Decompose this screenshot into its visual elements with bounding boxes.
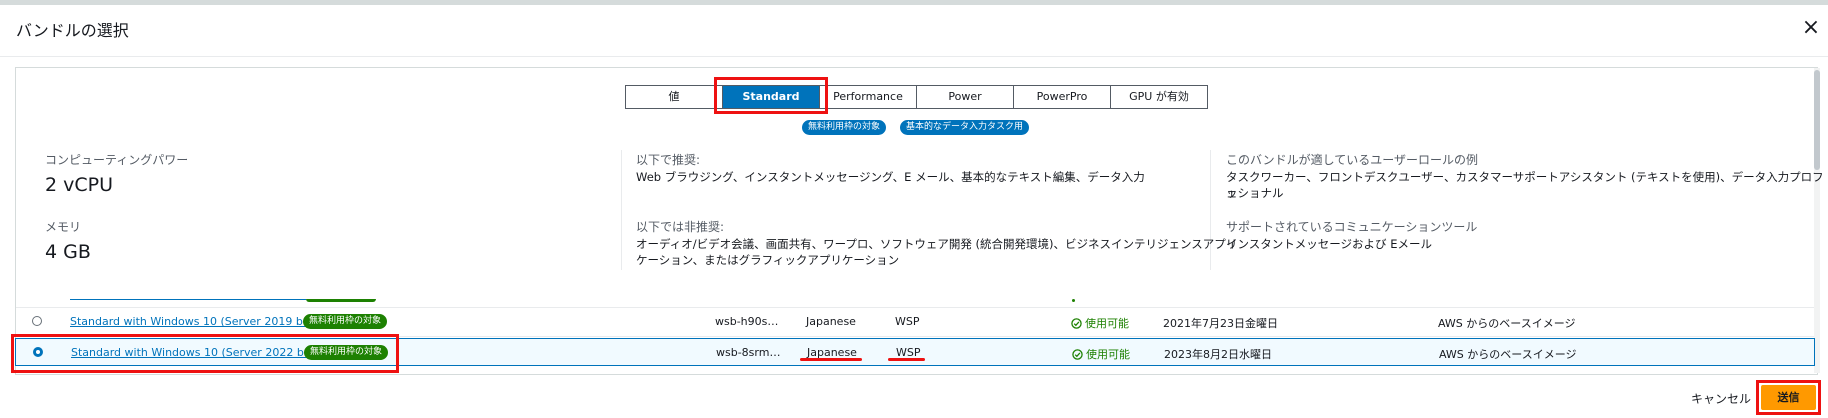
bundle-id: wsb-8srm… bbox=[716, 346, 781, 359]
status-available: 使用可能 bbox=[1072, 346, 1130, 362]
table-row[interactable]: Standard with Windows 10 (Server 2019 ba… bbox=[15, 308, 1815, 336]
bundle-name-link[interactable]: Standard with Windows 10 (Server 2022 ba… bbox=[71, 346, 334, 359]
bundle-type-tabs: 値 Standard Performance Power PowerPro GP… bbox=[625, 85, 1208, 109]
bundle-source: AWS からのベースイメージ bbox=[1438, 317, 1576, 330]
status-text: 使用可能 bbox=[1086, 348, 1130, 361]
compute-label: コンピューティングパワー bbox=[45, 153, 189, 167]
status-text: 使用可能 bbox=[1085, 317, 1129, 330]
tab-power[interactable]: Power bbox=[917, 86, 1014, 108]
free-tier-badge: 無料利用枠の対象 bbox=[802, 120, 887, 135]
check-circle-icon bbox=[1071, 318, 1082, 329]
not-recommended-label: 以下では非推奨: bbox=[636, 220, 725, 234]
free-tier-badge: 無料利用枠の対象 bbox=[303, 314, 388, 329]
basic-task-badge: 基本的なデータ入力タスク用 bbox=[900, 120, 1030, 135]
memory-value: 4 GB bbox=[45, 241, 91, 263]
cancel-button[interactable]: キャンセル bbox=[1691, 390, 1751, 407]
table-row[interactable]: Standard with Windows 10 (Server 2022 ba… bbox=[15, 338, 1815, 366]
scrollbar-thumb[interactable] bbox=[1814, 70, 1820, 170]
status-available: 使用可能 bbox=[1071, 315, 1129, 331]
modal-title: バンドルの選択 bbox=[16, 21, 129, 40]
row-radio[interactable] bbox=[33, 347, 43, 357]
roles-text-line1: タスクワーカー、フロントデスクユーザー、カスタマーサポートアシスタント (テキス… bbox=[1226, 170, 1824, 200]
bundle-created-date: 2023年8月2日水曜日 bbox=[1164, 348, 1272, 361]
protocol-underline-mark bbox=[888, 358, 925, 361]
tab-performance[interactable]: Performance bbox=[820, 86, 917, 108]
header-divider bbox=[0, 56, 1828, 57]
bundle-source: AWS からのベースイメージ bbox=[1439, 348, 1577, 361]
tab-powerpro[interactable]: PowerPro bbox=[1014, 86, 1111, 108]
not-recommended-text-line1: オーディオ/ビデオ会議、画面共有、ワープロ、ソフトウェア開発 (統合開発環境)、… bbox=[636, 237, 1238, 251]
top-border bbox=[0, 0, 1828, 5]
submit-button[interactable]: 送信 bbox=[1761, 385, 1816, 410]
column-divider bbox=[621, 150, 622, 270]
tab-gpu[interactable]: GPU が有効 bbox=[1111, 86, 1207, 108]
compute-value: 2 vCPU bbox=[45, 174, 114, 196]
language-underline-mark bbox=[800, 358, 862, 361]
bundle-protocol: WSP bbox=[895, 315, 920, 328]
tab-value[interactable]: 値 bbox=[626, 86, 723, 108]
recommended-label: 以下で推奨: bbox=[636, 153, 701, 167]
memory-label: メモリ bbox=[45, 220, 82, 234]
bundle-created-date: 2021年7月23日金曜日 bbox=[1163, 317, 1278, 330]
roles-label: このバンドルが適しているユーザーロールの例 bbox=[1226, 153, 1479, 167]
tools-text: インスタントメッセージおよび Eメール bbox=[1226, 237, 1432, 251]
bundle-language: Japanese bbox=[806, 315, 856, 328]
free-tier-badge: 無料利用枠の対象 bbox=[304, 345, 389, 360]
row-radio[interactable] bbox=[32, 316, 42, 326]
row-divider bbox=[16, 336, 1814, 337]
bundle-id: wsb-h90s… bbox=[715, 315, 779, 328]
tab-standard[interactable]: Standard bbox=[723, 86, 820, 108]
check-circle-icon bbox=[1072, 349, 1083, 360]
bundle-name-link[interactable]: Standard with Windows 10 (Server 2019 ba… bbox=[70, 315, 333, 328]
column-divider bbox=[1210, 150, 1211, 270]
close-icon[interactable]: × bbox=[1799, 16, 1823, 40]
roles-text-line2: ッショナル bbox=[1226, 186, 1284, 200]
recommended-text: Web ブラウジング、インスタントメッセージング、E メール、基本的なテキスト編… bbox=[636, 170, 1145, 184]
not-recommended-text-line2: ケーション、またはグラフィックアプリケーション bbox=[636, 253, 900, 267]
tools-label: サポートされているコミュニケーションツール bbox=[1226, 220, 1478, 234]
